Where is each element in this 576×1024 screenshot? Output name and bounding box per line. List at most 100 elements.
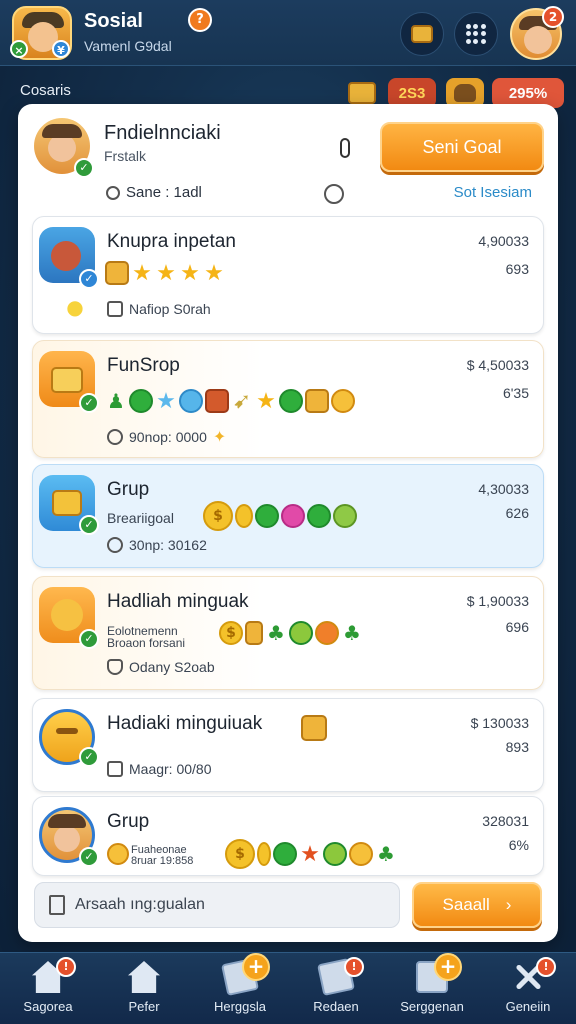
green-orb-icon: [279, 389, 303, 413]
chevron-right-icon: ›: [505, 895, 512, 914]
card-value-secondary: 696: [505, 619, 529, 635]
card-meta-text: 90nop: 0000: [129, 429, 207, 445]
menu-button[interactable]: [454, 12, 498, 56]
panel-link[interactable]: Sot Isesiam: [454, 184, 532, 201]
tree-row: $ ♣ ♣: [219, 621, 363, 645]
submit-button-label: Saaall: [442, 895, 490, 914]
check-icon: ✓: [79, 847, 99, 867]
chest-button[interactable]: [400, 12, 444, 56]
leaf-icon: [323, 842, 347, 866]
blue-face-icon: [179, 389, 203, 413]
card-title: FunSrop: [107, 355, 180, 376]
nav-item-home[interactable]: ! Sagorea: [0, 953, 96, 1024]
app-title: Sosial: [84, 10, 143, 32]
card-meta: 90nop: 0000 ✦: [107, 427, 226, 447]
currency-badge: ¥: [52, 40, 70, 58]
chest-icon: [301, 715, 327, 741]
card-value-secondary: 693: [505, 261, 529, 277]
card-title: Grup: [107, 811, 150, 832]
card-title: Hadiaki minguiuak: [107, 713, 263, 734]
search-icon: [106, 185, 120, 200]
check-icon: ✓: [79, 393, 99, 413]
list-item[interactable]: ✓ Grup Fuaheonae 8ruar 19:858 328031 6% …: [32, 796, 544, 876]
card-value: 4,30033: [478, 481, 529, 497]
list-item[interactable]: ✓ Hadliah minguak Eolotnemenn Broaon for…: [32, 576, 544, 690]
figure-icon: ♟: [107, 389, 125, 413]
gift-icon: [52, 490, 82, 516]
panel-meta: Sane : 1adl: [106, 184, 202, 201]
message-input[interactable]: Arsaah ıng:gualan: [34, 882, 400, 928]
check-icon: ✓: [79, 747, 99, 767]
chest-icon: [105, 261, 129, 285]
bulb-icon: ✦: [212, 429, 227, 446]
coin-row: $ ★ ♣: [225, 839, 397, 869]
document-icon: [49, 895, 65, 915]
star-icon: ★: [180, 260, 200, 286]
coin-icon: $: [219, 621, 243, 645]
ball-icon[interactable]: [324, 184, 344, 204]
help-badge[interactable]: ?: [188, 8, 212, 32]
smile-icon: [331, 389, 355, 413]
submit-button[interactable]: Saaall ›: [412, 882, 542, 928]
chest-icon: [51, 367, 83, 393]
app-subtitle: Vamenl G9dal: [84, 38, 172, 54]
face-icon: [48, 134, 76, 162]
green-orb-icon: [255, 504, 279, 528]
clock-icon: [107, 537, 123, 553]
close-badge[interactable]: ×: [10, 40, 28, 58]
check-icon: ✓: [79, 515, 99, 535]
list-item[interactable]: ✓ FunSrop $ 4,50033 6'35 ♟ ★ ➹ ★ 90nop: …: [32, 340, 544, 458]
info-icon: [340, 138, 350, 158]
nav-item-cards[interactable]: + Herggsla: [192, 953, 288, 1024]
nav-item-profile[interactable]: Pefer: [96, 953, 192, 1024]
note-icon: [107, 761, 123, 777]
reward-row: ♟ ★ ➹ ★: [105, 388, 355, 414]
pink-orb-icon: [281, 504, 305, 528]
grid-icon: [466, 24, 486, 44]
card-value-secondary: 6%: [508, 837, 529, 853]
card-meta-text: Odany S2oab: [129, 659, 215, 675]
nav-badge: !: [536, 957, 556, 977]
bag-icon: [454, 84, 476, 102]
coin-icon: $: [225, 839, 255, 869]
send-goal-button[interactable]: Seni Goal: [380, 122, 544, 172]
nav-label: Pefer: [128, 999, 160, 1014]
nav-item-settings[interactable]: ! Geneiin: [480, 953, 576, 1024]
list-item[interactable]: ✓ Hadiaki minguiuak $ 130033 893 Maagr: …: [32, 698, 544, 792]
nav-item-inbox[interactable]: + Serggenan: [384, 953, 480, 1024]
nav-label: Geneiin: [505, 999, 551, 1014]
plus-icon: +: [242, 953, 270, 981]
bird-icon: ➹: [232, 388, 252, 414]
smile-icon: [56, 728, 78, 734]
nav-label: Serggenan: [400, 999, 464, 1014]
smile-icon: [315, 621, 339, 645]
card-value: $ 1,90033: [466, 593, 529, 609]
card-meta-text: 30np: 30162: [129, 537, 207, 553]
card-subtitle: Eolotnemenn Broaon forsani: [107, 624, 186, 650]
panel-subtitle: Frstalk: [104, 148, 146, 164]
face-icon: [54, 826, 80, 852]
card-subtitle: Fuaheonae 8ruar 19:858: [131, 844, 194, 867]
check-icon: ✓: [79, 629, 99, 649]
card-title: Knupra inpetan: [107, 231, 236, 252]
card-meta: Maagr: 00/80: [107, 761, 212, 777]
coin-icon: [257, 842, 271, 866]
coin-icon: $: [203, 501, 233, 531]
list-item[interactable]: ✓ Grup Breariigoal 4,30033 626 $ 30np: 3…: [32, 464, 544, 568]
top-bar: × ¥ Sosial Vamenl G9dal ? 2: [0, 0, 576, 66]
card-meta: Nafiop S0rah: [107, 301, 211, 317]
panel-meta-text: Sane : 1adl: [126, 184, 202, 201]
chest-icon: [348, 82, 376, 104]
leaf-icon: [307, 504, 331, 528]
list-item[interactable]: ✓ ● Knupra inpetan 4,90033 693 ★ ★ ★ ★ N…: [32, 216, 544, 334]
card-title: Hadliah minguak: [107, 591, 249, 612]
nav-item-tasks[interactable]: ! Redaen: [288, 953, 384, 1024]
card-title: Grup: [107, 479, 150, 500]
main-panel: ✓ Fndielnnciaki Frstalk Seni Goal Sane :…: [18, 104, 558, 942]
star-icon: ★: [156, 388, 176, 414]
green-orb-icon: [273, 842, 297, 866]
list-icon: [107, 301, 123, 317]
star-icon: ★: [204, 260, 224, 286]
nav-label: Redaen: [313, 999, 359, 1014]
check-icon: ✓: [74, 158, 94, 178]
